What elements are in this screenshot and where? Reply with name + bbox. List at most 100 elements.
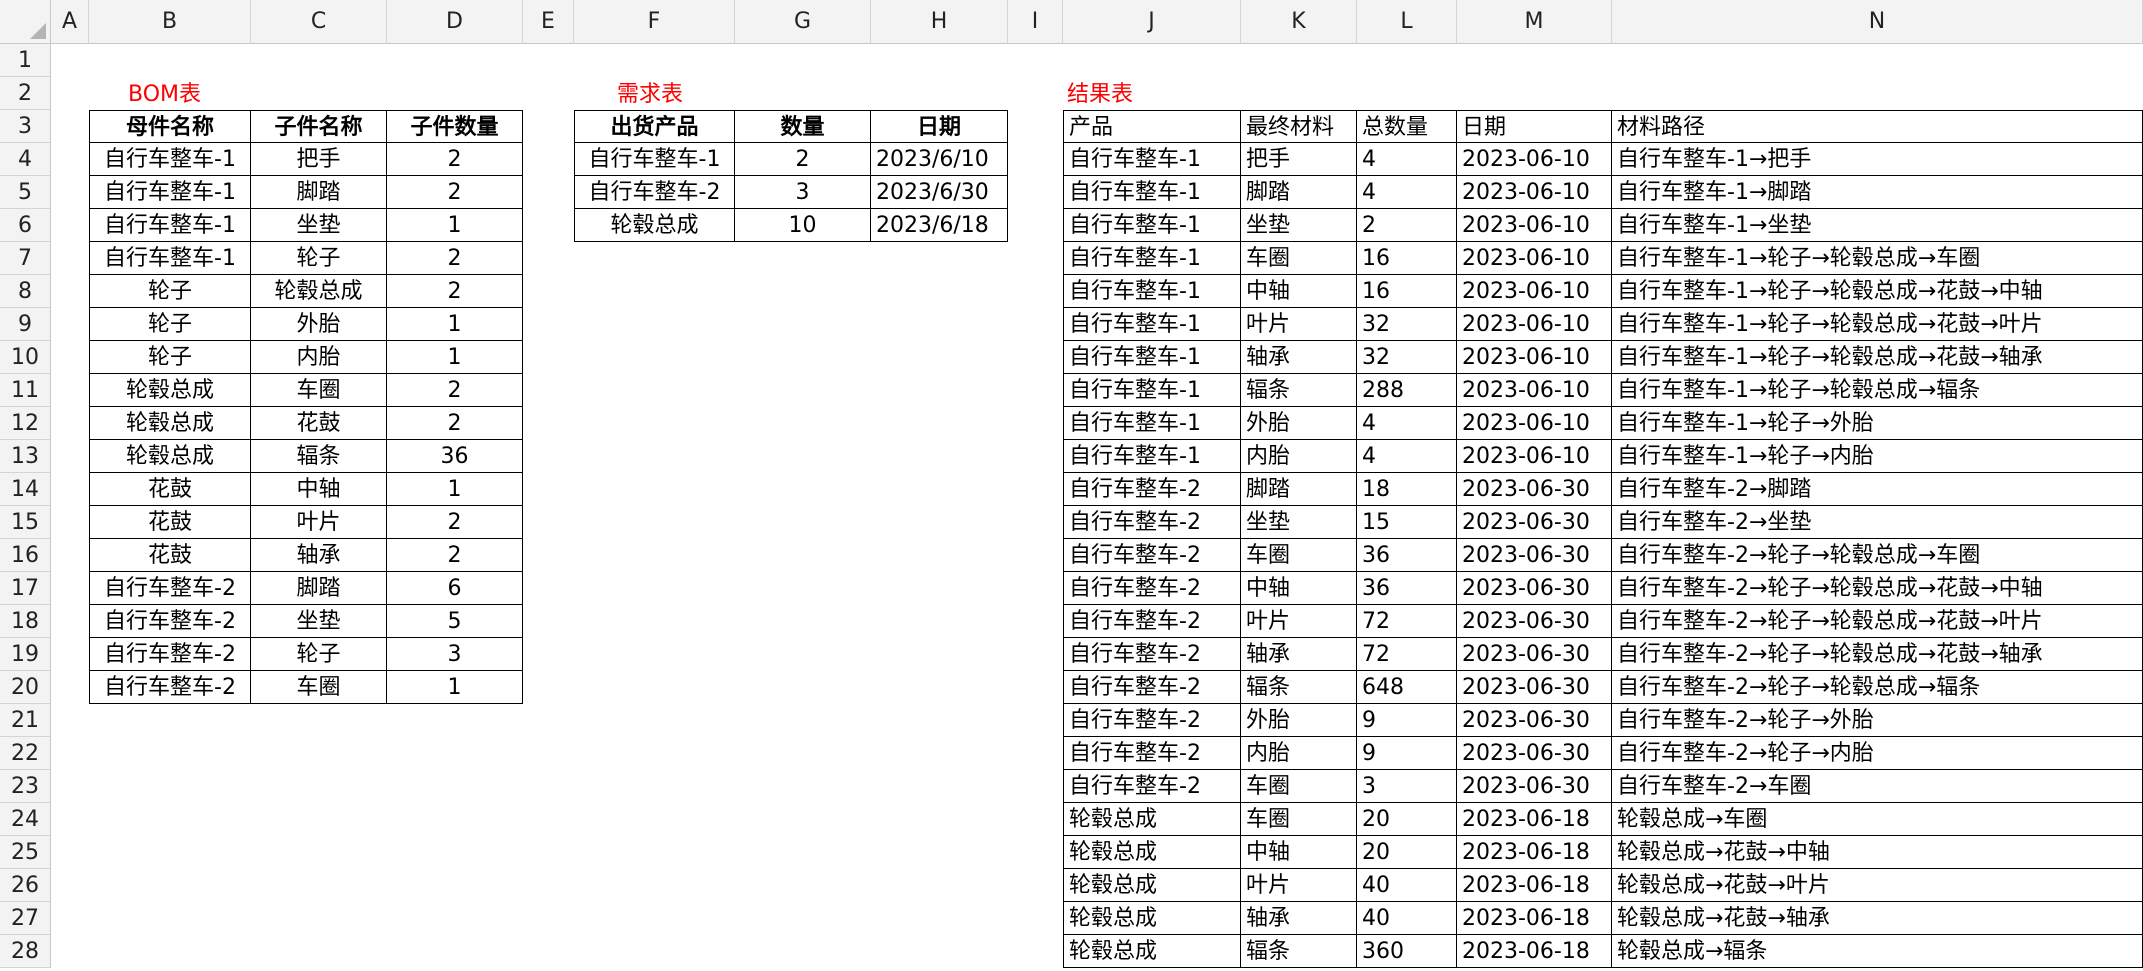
result-table-cell[interactable]: 2023-06-30 [1457, 638, 1612, 671]
row-header-1[interactable]: 1 [0, 44, 51, 77]
column-header-k[interactable]: K [1241, 0, 1357, 44]
result-table-cell[interactable]: 中轴 [1241, 275, 1357, 308]
result-table-cell[interactable]: 2023-06-10 [1457, 275, 1612, 308]
bom-table-cell[interactable]: 车圈 [251, 374, 387, 407]
row-header-21[interactable]: 21 [0, 704, 51, 737]
result-table-cell[interactable]: 2023-06-10 [1457, 407, 1612, 440]
bom-table-cell[interactable]: 轴承 [251, 539, 387, 572]
column-header-i[interactable]: I [1008, 0, 1063, 44]
result-table-cell[interactable]: 自行车整车-1 [1063, 407, 1241, 440]
row-header-12[interactable]: 12 [0, 407, 51, 440]
result-table-cell[interactable]: 自行车整车-2 [1063, 605, 1241, 638]
result-table-cell[interactable]: 36 [1357, 539, 1457, 572]
row-header-27[interactable]: 27 [0, 902, 51, 935]
result-table-cell[interactable]: 自行车整车-2→轮子→轮毂总成→花鼓→叶片 [1612, 605, 2143, 638]
result-table-cell[interactable]: 自行车整车-1→轮子→轮毂总成→花鼓→轴承 [1612, 341, 2143, 374]
row-header-17[interactable]: 17 [0, 572, 51, 605]
result-table-cell[interactable]: 轮毂总成 [1063, 935, 1241, 968]
result-table-cell[interactable]: 2023-06-30 [1457, 704, 1612, 737]
result-table-cell[interactable]: 72 [1357, 638, 1457, 671]
result-table-cell[interactable]: 16 [1357, 275, 1457, 308]
bom-table-cell[interactable]: 内胎 [251, 341, 387, 374]
row-header-10[interactable]: 10 [0, 341, 51, 374]
result-table-cell[interactable]: 36 [1357, 572, 1457, 605]
bom-table-cell[interactable]: 轮子 [251, 242, 387, 275]
bom-table-cell[interactable]: 3 [387, 638, 523, 671]
bom-table-cell[interactable]: 6 [387, 572, 523, 605]
demand-table-cell[interactable]: 自行车整车-2 [574, 176, 735, 209]
result-table-cell[interactable]: 自行车整车-2→轮子→轮毂总成→花鼓→中轴 [1612, 572, 2143, 605]
bom-table-cell[interactable]: 自行车整车-1 [89, 242, 251, 275]
result-table-cell[interactable]: 2023-06-30 [1457, 506, 1612, 539]
bom-table-cell[interactable]: 2 [387, 374, 523, 407]
result-table-cell[interactable]: 40 [1357, 902, 1457, 935]
result-table-cell[interactable]: 辐条 [1241, 935, 1357, 968]
result-table-cell[interactable]: 轮毂总成→车圈 [1612, 803, 2143, 836]
result-table-cell[interactable]: 坐垫 [1241, 506, 1357, 539]
row-header-23[interactable]: 23 [0, 770, 51, 803]
row-header-20[interactable]: 20 [0, 671, 51, 704]
bom-table-cell[interactable]: 轮毂总成 [89, 440, 251, 473]
result-table-cell[interactable]: 2023-06-30 [1457, 770, 1612, 803]
result-table-cell[interactable]: 自行车整车-2→车圈 [1612, 770, 2143, 803]
result-table-cell[interactable]: 2023-06-18 [1457, 902, 1612, 935]
demand-table-cell[interactable]: 2023/6/30 [871, 176, 1008, 209]
result-table-cell[interactable]: 18 [1357, 473, 1457, 506]
result-table-cell[interactable]: 360 [1357, 935, 1457, 968]
result-table-cell[interactable]: 72 [1357, 605, 1457, 638]
result-table-cell[interactable]: 自行车整车-1→轮子→轮毂总成→车圈 [1612, 242, 2143, 275]
result-table-cell[interactable]: 2023-06-30 [1457, 473, 1612, 506]
row-header-22[interactable]: 22 [0, 737, 51, 770]
bom-table-cell[interactable]: 车圈 [251, 671, 387, 704]
bom-table-cell[interactable]: 辐条 [251, 440, 387, 473]
bom-table-header-cell[interactable]: 母件名称 [89, 110, 251, 143]
demand-table-header-cell[interactable]: 数量 [735, 110, 871, 143]
column-header-n[interactable]: N [1612, 0, 2143, 44]
bom-table-cell[interactable]: 花鼓 [89, 473, 251, 506]
result-table-cell[interactable]: 自行车整车-2 [1063, 737, 1241, 770]
result-table-cell[interactable]: 4 [1357, 407, 1457, 440]
result-table-cell[interactable]: 车圈 [1241, 770, 1357, 803]
bom-table-cell[interactable]: 轮子 [89, 341, 251, 374]
result-table-cell[interactable]: 自行车整车-2→轮子→外胎 [1612, 704, 2143, 737]
bom-table-cell[interactable]: 1 [387, 209, 523, 242]
result-table-cell[interactable]: 4 [1357, 176, 1457, 209]
column-header-b[interactable]: B [89, 0, 251, 44]
result-table-cell[interactable]: 2023-06-18 [1457, 935, 1612, 968]
result-table-cell[interactable]: 15 [1357, 506, 1457, 539]
result-table-cell[interactable]: 自行车整车-1→轮子→内胎 [1612, 440, 2143, 473]
row-header-14[interactable]: 14 [0, 473, 51, 506]
result-table-header-cell[interactable]: 最终材料 [1241, 110, 1357, 143]
bom-table-cell[interactable]: 1 [387, 473, 523, 506]
bom-table-cell[interactable]: 2 [387, 242, 523, 275]
bom-table-cell[interactable]: 把手 [251, 143, 387, 176]
row-header-5[interactable]: 5 [0, 176, 51, 209]
result-table-cell[interactable]: 自行车整车-1→轮子→轮毂总成→辐条 [1612, 374, 2143, 407]
result-table-cell[interactable]: 轴承 [1241, 638, 1357, 671]
result-table-cell[interactable]: 轮毂总成 [1063, 902, 1241, 935]
result-table-cell[interactable]: 自行车整车-2 [1063, 473, 1241, 506]
bom-table-cell[interactable]: 自行车整车-2 [89, 572, 251, 605]
demand-table-header-cell[interactable]: 出货产品 [574, 110, 735, 143]
bom-table-cell[interactable]: 1 [387, 308, 523, 341]
row-header-24[interactable]: 24 [0, 803, 51, 836]
bom-table-cell[interactable]: 花鼓 [251, 407, 387, 440]
row-header-4[interactable]: 4 [0, 143, 51, 176]
bom-table-cell[interactable]: 轮子 [251, 638, 387, 671]
result-table-cell[interactable]: 自行车整车-1 [1063, 176, 1241, 209]
result-table-cell[interactable]: 4 [1357, 440, 1457, 473]
result-table-cell[interactable]: 自行车整车-2 [1063, 671, 1241, 704]
spreadsheet-grid[interactable]: ABCDEFGHIJKLMN 1 2 3 4 5 6 7 8 9 10 11 12 13 14 15 16 17… [0, 0, 2143, 971]
bom-table-cell[interactable]: 2 [387, 407, 523, 440]
result-table-cell[interactable]: 轴承 [1241, 341, 1357, 374]
bom-table-cell[interactable]: 自行车整车-2 [89, 638, 251, 671]
result-table-cell[interactable]: 外胎 [1241, 407, 1357, 440]
result-table-cell[interactable]: 自行车整车-2→脚踏 [1612, 473, 2143, 506]
result-table-cell[interactable]: 脚踏 [1241, 473, 1357, 506]
result-table-cell[interactable]: 2 [1357, 209, 1457, 242]
result-table-cell[interactable]: 轮毂总成→辐条 [1612, 935, 2143, 968]
result-table-cell[interactable]: 自行车整车-2 [1063, 572, 1241, 605]
row-header-9[interactable]: 9 [0, 308, 51, 341]
result-table-cell[interactable]: 2023-06-10 [1457, 341, 1612, 374]
column-header-j[interactable]: J [1063, 0, 1241, 44]
